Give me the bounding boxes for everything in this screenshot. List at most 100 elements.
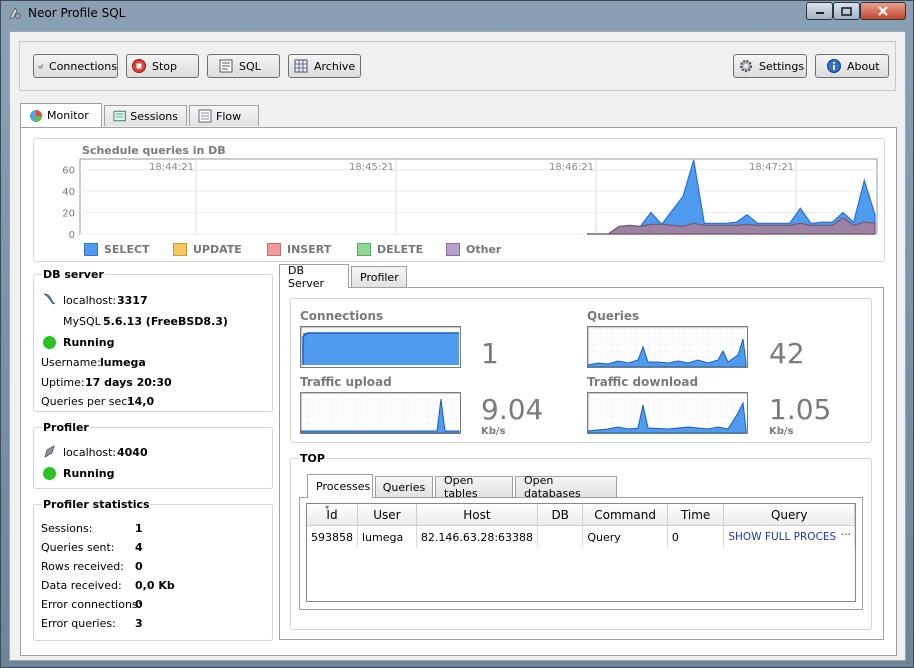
- uptime-value: 17 days 20:30: [85, 376, 172, 389]
- queries-title: Queries: [587, 309, 640, 323]
- legend-delete: DELETE: [357, 243, 423, 256]
- tab-flow[interactable]: Flow: [189, 105, 259, 126]
- maximize-button[interactable]: [833, 2, 860, 20]
- tab-queries[interactable]: Queries: [375, 476, 433, 497]
- legend-select-swatch: [84, 243, 98, 256]
- sql-editor-icon: [219, 59, 233, 73]
- minimize-button[interactable]: [806, 2, 833, 20]
- info-icon: [827, 59, 841, 73]
- connections-label: Connections: [49, 59, 117, 73]
- download-title: Traffic download: [587, 375, 699, 389]
- processes-table-frame: ▾ Id User Host DB Command Time Query 5938: [306, 503, 856, 602]
- col-command-label: Command: [594, 507, 656, 522]
- col-header-time[interactable]: Time: [667, 504, 725, 526]
- x-tick-label: 18:45:21: [349, 162, 394, 173]
- connections-button[interactable]: Connections: [33, 54, 118, 78]
- download-spark: [587, 393, 747, 434]
- col-header-command[interactable]: Command: [582, 504, 668, 526]
- cell-host: 82.146.63.28:63388: [416, 525, 539, 548]
- stop-icon: [132, 59, 146, 73]
- query-text: SHOW FULL PROCES: [728, 531, 837, 543]
- upload-unit: Kb/s: [481, 426, 506, 437]
- profiler-port: 4040: [117, 446, 148, 459]
- col-time-label: Time: [680, 507, 711, 522]
- cell-query[interactable]: SHOW FULL PROCES ···: [723, 525, 855, 548]
- table-header-row: ▾ Id User Host DB Command Time Query: [307, 504, 855, 526]
- settings-label: Settings: [759, 59, 805, 73]
- sql-label: SQL: [239, 59, 261, 73]
- stop-button[interactable]: Stop: [126, 54, 199, 78]
- uptime-label: Uptime:: [41, 376, 85, 389]
- metrics-group: Connections 1 Queries 42 Traffic upload …: [290, 298, 872, 443]
- legend-select-label: SELECT: [104, 243, 150, 256]
- upload-graph: [300, 392, 461, 434]
- db-version: 5.6.13 (FreeBSD8.3): [103, 315, 228, 328]
- top-group: TOP Processes Queries Open tables Open d…: [290, 452, 872, 630]
- username-value: lumega: [100, 356, 146, 369]
- legend-update-swatch: [173, 243, 187, 256]
- archive-button[interactable]: Archive: [288, 54, 361, 78]
- tab-processes-label: Processes: [316, 480, 371, 493]
- flow-icon: [198, 109, 212, 123]
- col-query-label: Query: [770, 507, 808, 522]
- toolbar: Connections Stop SQL Archive Settings Ab…: [19, 41, 896, 91]
- legend-other-swatch: [446, 243, 460, 256]
- stat-label: Queries sent:: [41, 541, 115, 554]
- tab-open-databases[interactable]: Open databases: [515, 474, 617, 500]
- settings-button[interactable]: Settings: [733, 54, 807, 78]
- connections-icon: [38, 63, 44, 69]
- download-value: 1.05: [769, 393, 832, 426]
- mysql-dolphin-icon: [43, 293, 56, 305]
- db-status: Running: [63, 336, 115, 349]
- tab-open-tables[interactable]: Open tables: [435, 474, 513, 500]
- upload-spark: [300, 393, 460, 434]
- queries-value: 42: [769, 337, 805, 370]
- upload-title: Traffic upload: [300, 375, 392, 389]
- legend-other: Other: [446, 243, 501, 256]
- tab-processes[interactable]: Processes: [307, 474, 373, 498]
- title-bar: Neor Profile SQL: [1, 1, 913, 25]
- upload-value: 9.04: [481, 393, 544, 426]
- col-header-host[interactable]: Host: [416, 504, 539, 526]
- close-icon: [878, 6, 888, 16]
- legend-insert-swatch: [267, 243, 281, 256]
- col-header-query[interactable]: Query: [723, 504, 855, 526]
- tab-profiler[interactable]: Profiler: [351, 266, 407, 287]
- tab-queries-label: Queries: [382, 480, 426, 494]
- legend-update: UPDATE: [173, 243, 242, 256]
- legend-select: SELECT: [84, 243, 150, 256]
- tab-db-server[interactable]: DB Server: [279, 263, 349, 290]
- app-window: Neor Profile SQL Connections Stop SQL Ar…: [0, 0, 914, 668]
- processes-table: ▾ Id User Host DB Command Time Query 5938: [307, 504, 855, 548]
- stat-label: Sessions:: [41, 522, 93, 535]
- chart-title: Schedule queries in DB: [82, 144, 226, 157]
- col-header-db[interactable]: DB: [537, 504, 584, 526]
- col-header-id[interactable]: ▾ Id: [307, 504, 358, 526]
- cell-time: 0: [667, 525, 725, 548]
- processes-tab-panel: ▾ Id User Host DB Command Time Query 5938: [299, 497, 863, 610]
- db-server-panel: Connections 1 Queries 42 Traffic upload …: [279, 287, 884, 640]
- legend-delete-swatch: [357, 243, 371, 256]
- tab-monitor-label: Monitor: [47, 109, 89, 122]
- query-more-button[interactable]: ···: [841, 529, 851, 541]
- db-status-dot: [43, 335, 56, 349]
- client-area: Connections Stop SQL Archive Settings Ab…: [9, 31, 906, 661]
- tab-sessions[interactable]: Sessions: [104, 105, 187, 126]
- db-port: 3317: [117, 294, 148, 307]
- y-tick-label: 0: [69, 230, 75, 241]
- cell-db: [537, 525, 584, 548]
- sessions-icon: [113, 110, 126, 122]
- stat-label: Error connections:: [41, 598, 142, 611]
- table-row[interactable]: 593858 lumega 82.146.63.28:63388 Query 0…: [307, 525, 855, 548]
- profiler-status: Running: [63, 467, 115, 480]
- tab-monitor[interactable]: Monitor: [20, 103, 102, 127]
- col-header-user[interactable]: User: [357, 504, 417, 526]
- y-tick-label: 20: [62, 209, 75, 220]
- about-button[interactable]: About: [815, 54, 889, 78]
- tab-db-server-label: DB Server: [288, 263, 325, 290]
- stat-value: 0: [135, 598, 143, 611]
- col-user-label: User: [373, 507, 401, 522]
- close-button[interactable]: [860, 2, 906, 20]
- sql-button[interactable]: SQL: [207, 54, 280, 78]
- maximize-icon: [841, 6, 852, 16]
